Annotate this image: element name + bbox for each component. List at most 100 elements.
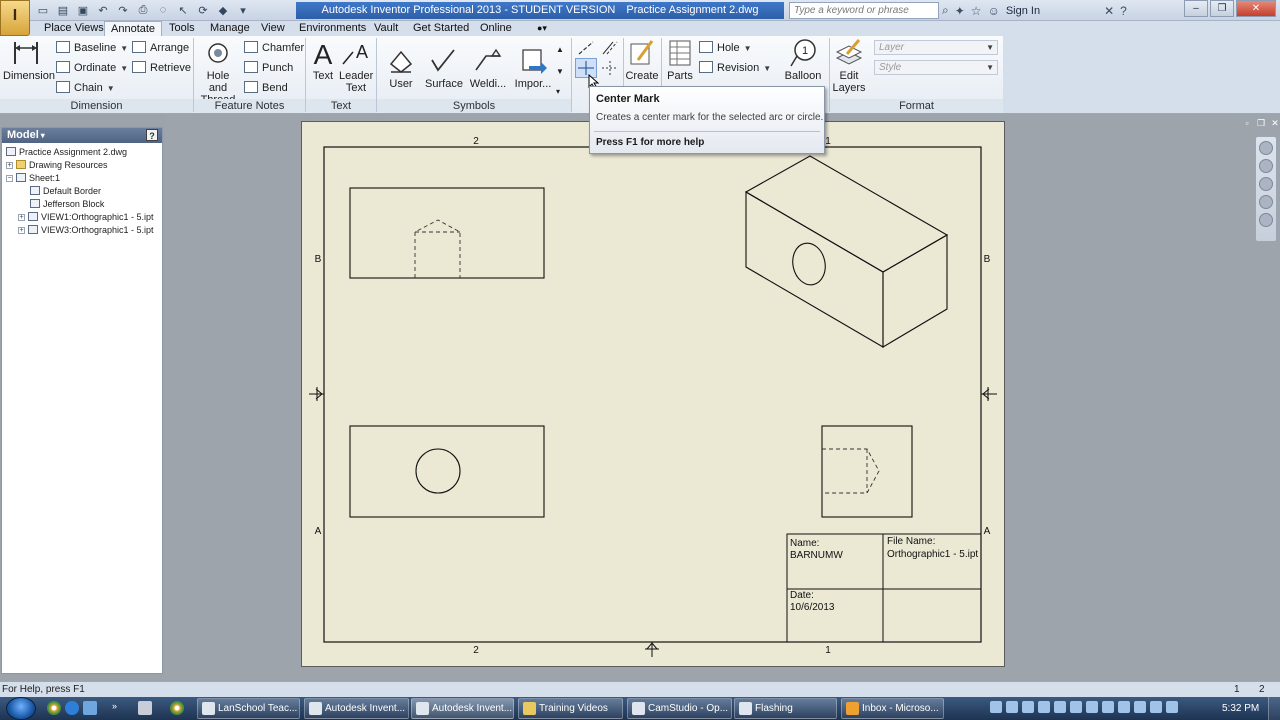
update-icon[interactable]: ⟳ — [194, 2, 212, 18]
edit-layers-button[interactable]: Edit Layers — [832, 38, 866, 94]
appearance-icon[interactable]: ◆ — [214, 2, 232, 18]
print-icon[interactable]: ⎙ — [134, 2, 152, 18]
side-view[interactable] — [821, 425, 913, 518]
front-view[interactable] — [349, 425, 545, 518]
chrome-icon[interactable] — [47, 701, 61, 715]
style-select[interactable]: Style ▼ — [874, 60, 998, 75]
chevron-down-icon[interactable]: ▼ — [763, 64, 771, 73]
show-desktop-button[interactable] — [1268, 697, 1280, 720]
surface-button[interactable]: Surface — [424, 46, 464, 90]
layer-select[interactable]: Layer ▼ — [874, 40, 998, 55]
look-at-icon[interactable] — [1259, 213, 1273, 227]
tab-get-started[interactable]: Get Started — [413, 21, 469, 36]
help-icon[interactable]: ? — [1120, 4, 1127, 18]
dimension-button[interactable]: Dimension — [3, 38, 55, 82]
close-icon[interactable]: ✕ — [1236, 0, 1276, 17]
balloon-button[interactable]: 1 Balloon — [783, 38, 823, 82]
zoom-icon[interactable] — [1259, 177, 1273, 191]
create-sketch-button[interactable]: Create — [625, 38, 659, 82]
top-view[interactable] — [349, 187, 545, 279]
hole-thread-button[interactable]: Hole and Thread — [196, 38, 240, 106]
tab-tools[interactable]: Tools — [169, 21, 195, 36]
orbit-icon[interactable] — [1259, 195, 1273, 209]
calculator-icon[interactable] — [138, 701, 152, 715]
expand-icon[interactable]: + — [6, 162, 13, 169]
tray-app-icon[interactable] — [1038, 701, 1050, 713]
tab-manage[interactable]: Manage — [210, 21, 250, 36]
internet-explorer-icon[interactable] — [65, 701, 79, 715]
tab-annotate[interactable]: Annotate — [104, 21, 163, 36]
redo-icon[interactable]: ↷ — [114, 2, 132, 18]
browser-help-icon[interactable]: ? — [146, 129, 158, 141]
tab-vault[interactable]: Vault — [374, 21, 398, 36]
revision-table-button[interactable]: Revision ▼ — [699, 60, 771, 76]
tab-view[interactable]: View — [261, 21, 285, 36]
taskbar-button-inventor-2[interactable]: Autodesk Invent... — [411, 698, 514, 719]
retrieve-button[interactable]: Retrieve — [132, 60, 191, 76]
bend-button[interactable]: Bend — [244, 80, 288, 96]
leader-text-button[interactable]: A Leader Text — [339, 38, 373, 94]
tray-app-icon[interactable] — [1086, 701, 1098, 713]
tray-app-icon[interactable] — [1102, 701, 1114, 713]
undo-icon[interactable]: ↶ — [94, 2, 112, 18]
arrange-button[interactable]: Arrange — [132, 40, 189, 56]
text-button[interactable]: A Text — [307, 38, 339, 82]
taskbar-button-flashing[interactable]: Flashing — [734, 698, 837, 719]
chevron-down-icon[interactable]: ▾ — [41, 131, 45, 140]
isometric-view[interactable] — [744, 155, 949, 348]
tree-item-title-block[interactable]: Jefferson Block — [30, 198, 104, 211]
start-button[interactable] — [6, 697, 36, 720]
chamfer-button[interactable]: Chamfer — [244, 40, 304, 56]
open-icon[interactable]: ▤ — [54, 2, 72, 18]
exchange-icon[interactable]: ✕ — [1104, 4, 1114, 18]
tray-battery-icon[interactable] — [1134, 701, 1146, 713]
pan-icon[interactable] — [1259, 159, 1273, 173]
wrench-icon[interactable]: ✦ — [955, 4, 965, 18]
tray-app-icon[interactable] — [1070, 701, 1082, 713]
expand-gallery-icon[interactable]: ▾ — [556, 84, 560, 100]
sign-in-link[interactable]: Sign In — [1006, 5, 1040, 17]
tree-item-document[interactable]: Practice Assignment 2.dwg — [6, 146, 127, 159]
centerline-button[interactable] — [577, 40, 595, 56]
expand-icon[interactable]: + — [18, 214, 25, 221]
minimize-icon[interactable]: – — [1184, 0, 1208, 17]
tray-network-icon[interactable] — [990, 701, 1002, 713]
tree-item-view3[interactable]: + VIEW3:Orthographic1 - 5.ipt — [18, 224, 154, 237]
tray-mail-icon[interactable] — [1006, 701, 1018, 713]
tree-item-sheet[interactable]: − Sheet:1 — [6, 172, 60, 185]
star-icon[interactable]: ☆ — [971, 4, 982, 18]
application-menu-button[interactable]: I — [0, 0, 30, 36]
parts-list-button[interactable]: Parts — [663, 38, 697, 82]
import-button[interactable]: Impor... — [512, 46, 554, 90]
expand-icon[interactable]: + — [18, 227, 25, 234]
binoculars-icon[interactable]: ⌕ — [942, 3, 949, 18]
qat-more-icon[interactable]: ▾ — [234, 2, 252, 18]
user-symbol-button[interactable]: User — [384, 46, 418, 90]
chrome-icon[interactable] — [170, 701, 184, 715]
punch-button[interactable]: Punch — [244, 60, 293, 76]
steering-wheel-icon[interactable] — [1259, 141, 1273, 155]
centered-pattern-button[interactable] — [601, 60, 619, 76]
hole-table-button[interactable]: Hole ▼ — [699, 40, 752, 56]
tree-item-view1[interactable]: + VIEW1:Orthographic1 - 5.ipt — [18, 211, 154, 224]
taskbar-button-inventor-1[interactable]: Autodesk Invent... — [304, 698, 409, 719]
tray-app-icon[interactable] — [1022, 701, 1034, 713]
taskbar-button-camstudio[interactable]: CamStudio - Op... — [627, 698, 732, 719]
doc-minimize-icon[interactable]: ▫ — [1242, 118, 1252, 128]
tray-volume-icon[interactable] — [1166, 701, 1178, 713]
taskbar-button-inbox[interactable]: Inbox - Microso... — [841, 698, 944, 719]
collapse-icon[interactable]: − — [6, 175, 13, 182]
taskbar-button-lanschool[interactable]: LanSchool Teac... — [197, 698, 300, 719]
chevron-down-icon[interactable]: ▼ — [107, 84, 115, 93]
tab-place-views[interactable]: Place Views — [44, 21, 104, 36]
tray-app-icon[interactable] — [1054, 701, 1066, 713]
ordinate-button[interactable]: Ordinate ▼ — [56, 60, 128, 76]
taskbar-button-training-videos[interactable]: Training Videos — [518, 698, 623, 719]
measure-icon[interactable]: ◌ — [154, 2, 172, 18]
tree-item-drawing-resources[interactable]: + Drawing Resources — [6, 159, 108, 172]
help-search-input[interactable]: Type a keyword or phrase — [789, 2, 939, 19]
tray-wifi-icon[interactable] — [1150, 701, 1162, 713]
chevron-down-icon[interactable]: ▼ — [744, 44, 752, 53]
explorer-icon[interactable] — [83, 701, 97, 715]
doc-restore-icon[interactable]: ❐ — [1256, 118, 1266, 128]
